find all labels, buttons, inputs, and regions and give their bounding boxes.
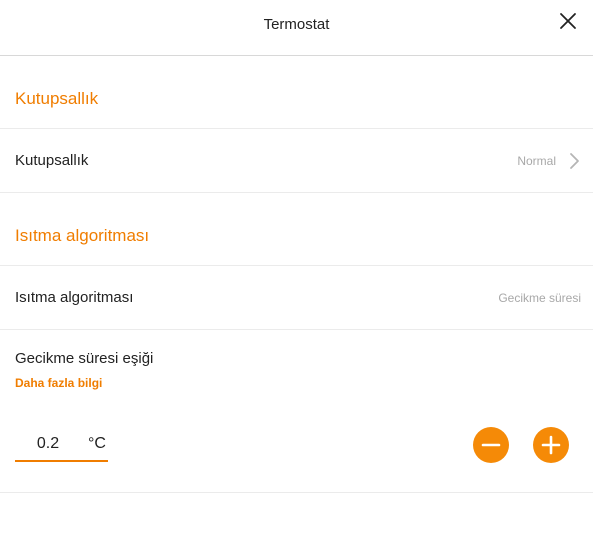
plus-icon xyxy=(541,435,561,455)
chevron-right-icon xyxy=(570,153,579,169)
more-info-link[interactable]: Daha fazla bilgi xyxy=(15,376,102,390)
polarity-section-title: Kutupsallık xyxy=(15,89,99,108)
delay-threshold-input[interactable] xyxy=(15,435,81,453)
heating-algorithm-value: Gecikme süresi xyxy=(498,291,581,305)
heating-algorithm-label: Isıtma algoritması xyxy=(15,289,134,306)
minus-icon xyxy=(481,443,501,447)
increase-button[interactable] xyxy=(533,427,569,463)
dialog-title: Termostat xyxy=(263,16,330,33)
polarity-value: Normal xyxy=(517,154,556,168)
delay-threshold-label: Gecikme süresi eşiği xyxy=(15,350,154,367)
divider xyxy=(0,492,593,493)
close-button[interactable] xyxy=(556,10,580,34)
decrease-button[interactable] xyxy=(473,427,509,463)
polarity-label: Kutupsallık xyxy=(15,152,89,169)
divider xyxy=(0,192,593,193)
unit-label: °C xyxy=(88,435,106,452)
delay-threshold-field: °C xyxy=(15,432,108,462)
polarity-row[interactable]: Kutupsallık Normal xyxy=(0,129,593,192)
heating-section-title: Isıtma algoritması xyxy=(15,226,150,245)
dialog-header: Termostat xyxy=(0,0,593,56)
heating-algorithm-row[interactable]: Isıtma algoritması Gecikme süresi xyxy=(0,266,593,329)
divider xyxy=(0,329,593,330)
close-icon xyxy=(560,13,576,29)
